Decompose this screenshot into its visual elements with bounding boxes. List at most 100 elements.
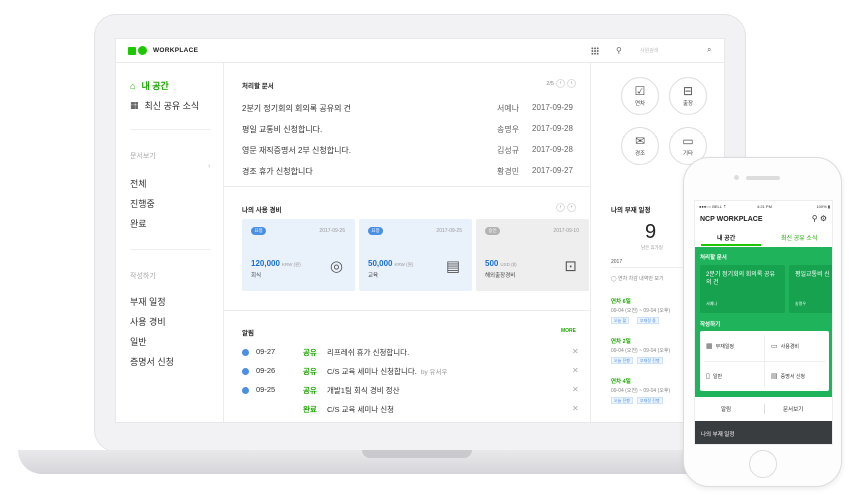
search-icon[interactable]: ⌕ [707, 45, 711, 55]
divider [764, 404, 765, 414]
tab-documents[interactable]: 문서보기 [783, 405, 803, 413]
list-item[interactable]: 09-27 공유 리프레쉬 휴가 신청합니다. ✕ [242, 347, 582, 363]
absence-range: 09-04 (오전) ~ 09-04 (오후) [611, 388, 671, 394]
next-page-button[interactable]: › [567, 203, 576, 212]
sidebar-item-done[interactable]: 완료 [130, 217, 147, 230]
gear-icon[interactable]: ⚙ [820, 214, 827, 223]
write-general-button[interactable]: ▯ 일반 [700, 361, 764, 391]
write-certificate-button[interactable]: ▤ 증명서 신청 [765, 361, 829, 391]
expenses-pager: ‹ › [556, 203, 576, 212]
absence-type: 연차 2일 [611, 339, 631, 345]
absence-type: 연차 4일 [611, 379, 631, 385]
sidebar-item-absence[interactable]: 부재 일정 [130, 295, 166, 308]
sidebar-item-all[interactable]: 전체 [130, 177, 147, 190]
expense-date: 2017-09-25 [436, 228, 462, 234]
doc-title: 영문 재직증명서 2부 신청합니다. [242, 146, 352, 155]
tab-notices[interactable]: 알림 [721, 405, 731, 413]
write-expense-button[interactable]: ▭ 사용경비 [765, 331, 829, 361]
list-item[interactable]: 09-26 공유 C/S 교육 세미나 신청합니다. by 유서우 ✕ [242, 366, 582, 382]
expense-date: 2017-09-10 [553, 228, 579, 234]
mobile-absence-section[interactable]: 나의 부재 일정 [695, 421, 832, 444]
absence-title: 나의 부재 일정 [611, 207, 651, 214]
sidebar-item-certificate[interactable]: 증명서 신청 [130, 355, 174, 368]
chevron-right-icon[interactable]: › [208, 163, 210, 170]
expense-category: 회식 [251, 273, 262, 279]
mobile-tabs: 내 공간 최신 공유 소식 [695, 231, 832, 246]
expense-card[interactable]: 승인 2017-09-10 500 USD ($) 해외출장경비 ⊡ [476, 219, 589, 291]
envelope-icon: ✉ [634, 134, 646, 148]
notices-title: 알림 [242, 330, 254, 337]
prev-page-button[interactable]: ‹ [556, 203, 565, 212]
doc-author: 송명우 [795, 301, 807, 306]
list-item[interactable]: 완료 C/S 교육 세미나 신청 ✕ [242, 404, 582, 420]
more-link[interactable]: MORE [561, 328, 576, 334]
filter-toggle[interactable]: ◯ 연차 차감 내역만 보기 [611, 275, 664, 282]
apps-grid-icon[interactable] [591, 47, 599, 55]
sidebar-item-recent-shares[interactable]: ▦ 최신 공유 소식 [130, 99, 199, 112]
quick-action-business-trip[interactable]: ⊟ 출장 [669, 77, 707, 115]
notice-type: 완료 [303, 405, 317, 414]
notice-type: 공유 [303, 348, 317, 357]
status-badge: 오늘 진행 [611, 357, 633, 364]
mobile-write-title: 작성하기 [700, 322, 721, 328]
divider [130, 249, 210, 250]
doc-title: 경조 휴가 신청합니다 [242, 167, 313, 176]
dining-icon: ◎ [329, 258, 343, 275]
sidebar-item-expense[interactable]: 사용 경비 [130, 315, 166, 328]
notice-type: 공유 [303, 367, 317, 376]
close-icon[interactable]: ✕ [572, 404, 579, 413]
table-row[interactable]: 경조 휴가 신청합니다 황경민 2017-09-27 [242, 166, 577, 180]
expense-card[interactable]: 요청 2017-09-26 120,000 KRW (원) 회식 ◎ [242, 219, 355, 291]
sidebar-item-my-space[interactable]: ⌂ 내 공간 [130, 79, 169, 92]
mobile-doc-card[interactable]: 2분기 정기회의 회의록 공유의 건 서예나 [700, 265, 785, 313]
expense-amount: 120,000 KRW (원) [251, 259, 301, 268]
certificate-icon: ▤ [771, 373, 778, 380]
notice-text: C/S 교육 세미나 신청 [327, 405, 395, 414]
clock-icon [242, 349, 249, 356]
quick-action-family-event[interactable]: ✉ 경조 [621, 127, 659, 165]
mobile-doc-card[interactable]: 평일교통비 신 송명우 [789, 265, 832, 313]
notice-date: 09-25 [256, 385, 276, 394]
luggage-icon: ⊟ [682, 84, 694, 98]
sidebar-item-general[interactable]: 일반 [130, 335, 147, 348]
status-badge: 부재정 중 [637, 317, 659, 324]
quick-action-label: 출장 [682, 101, 694, 107]
notices-panel: 알림 MORE 09-27 공유 리프레쉬 휴가 신청합니다. ✕ 09-26 … [224, 311, 590, 422]
book-icon: ▤ [445, 258, 460, 275]
table-row[interactable]: 2분기 정기회의 회의록 공유의 건 서예나 2017-09-29 [242, 103, 577, 117]
prev-page-button[interactable]: ‹ [556, 79, 565, 88]
sidebar-item-in-progress[interactable]: 진행중 [130, 197, 155, 210]
home-icon: ⌂ [130, 80, 136, 91]
quick-action-annual-leave[interactable]: ☑ 연차 [621, 77, 659, 115]
quick-action-label: 연차 [634, 101, 646, 107]
person-icon[interactable]: ⚲ [616, 46, 622, 55]
expense-category: 교육 [368, 273, 379, 279]
status-badge: 부재정 진행 [637, 397, 663, 404]
sidebar-item-label: 최신 공유 소식 [144, 101, 200, 111]
status-badge: 승인 [485, 227, 500, 235]
active-tab-indicator [701, 244, 761, 246]
tab-recent-shares[interactable]: 최신 공유 소식 [781, 233, 817, 242]
write-absence-button[interactable]: ▦ 부재일정 [700, 331, 764, 361]
close-icon[interactable]: ✕ [572, 347, 579, 356]
person-search-icon[interactable]: ⚲ [812, 214, 818, 223]
remaining-days-label: 남은 휴가일 [641, 245, 663, 250]
close-icon[interactable]: ✕ [572, 385, 579, 394]
table-row[interactable]: 평일 교통비 신청합니다. 송명우 2017-09-28 [242, 124, 577, 138]
close-icon[interactable]: ✕ [572, 366, 579, 375]
logo[interactable]: WORKPLACE [128, 46, 198, 55]
home-button[interactable] [749, 450, 777, 478]
list-item[interactable]: 09-25 공유 개발1팀 회식 경비 정산 ✕ [242, 385, 582, 401]
battery-status: 100% ▮ [816, 204, 830, 209]
write-label: 부재일정 [715, 343, 735, 350]
document-icon: ▯ [706, 373, 710, 380]
laptop-notch [362, 450, 472, 458]
notice-date: 09-26 [256, 366, 276, 375]
expense-card[interactable]: 요청 2017-09-25 50,000 KRW (원) 교육 ▤ [359, 219, 472, 291]
tab-my-space[interactable]: 내 공간 [717, 233, 735, 242]
table-row[interactable]: 영문 재직증명서 2부 신청합니다. 김성규 2017-09-28 [242, 145, 577, 159]
signal-status: ●●●○○ BELL ⇡ [699, 204, 727, 209]
mobile-docs-title: 처리할 문서 [700, 255, 727, 261]
search-input[interactable]: 사원검색 [640, 46, 710, 56]
next-page-button[interactable]: › [567, 79, 576, 88]
